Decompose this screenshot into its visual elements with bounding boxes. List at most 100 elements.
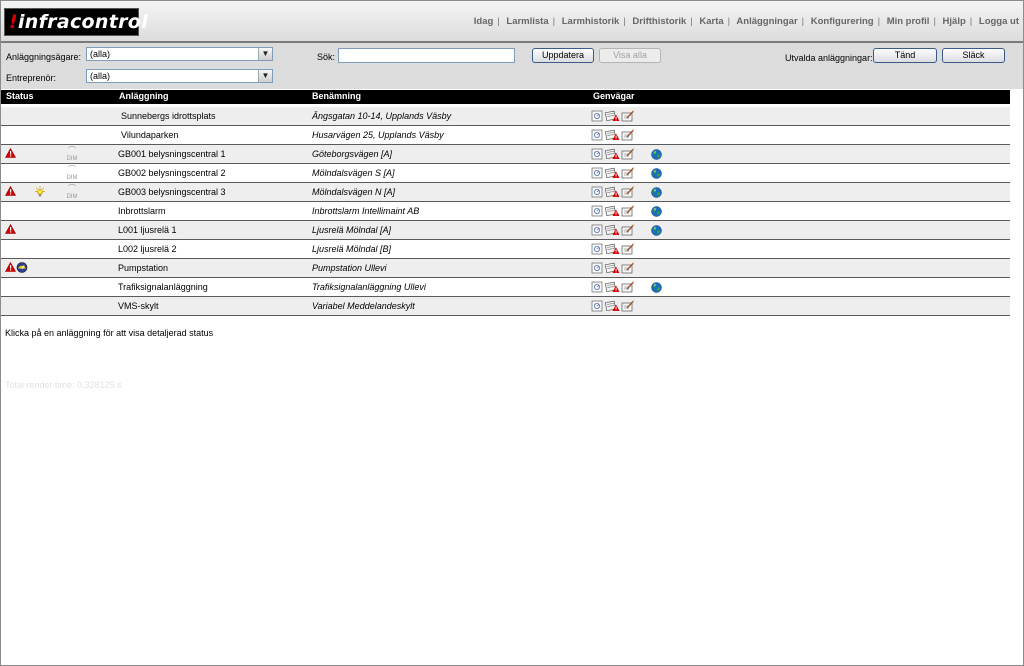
status-report-icon[interactable]: [591, 281, 604, 293]
selected-facilities-label: Utvalda anläggningar:: [785, 53, 873, 63]
edit-icon[interactable]: [621, 243, 635, 255]
header-facility[interactable]: Anläggning: [119, 91, 169, 101]
alarm-list-icon[interactable]: [604, 186, 620, 198]
nav-drifthistorik[interactable]: Drifthistorik: [632, 16, 686, 27]
nav-hjalp[interactable]: Hjälp: [943, 16, 966, 27]
status-report-icon[interactable]: [591, 224, 604, 236]
table-row[interactable]: ⌒ DIM GB003 belysningscentral 3 Mölndalsväg…: [1, 183, 1010, 202]
map-globe-icon[interactable]: [651, 225, 664, 237]
nav-min-profil[interactable]: Min profil: [887, 16, 930, 27]
facility-name[interactable]: GB001 belysningscentral 1: [118, 149, 226, 159]
owner-label: Anläggningsägare:: [6, 52, 82, 62]
facility-name[interactable]: L002 ljusrelä 2: [118, 244, 177, 254]
chevron-down-icon[interactable]: ▼: [258, 70, 272, 82]
nav-larmhistorik[interactable]: Larmhistorik: [562, 16, 620, 27]
facility-name[interactable]: VMS-skylt: [118, 301, 159, 311]
contractor-label: Entreprenör:: [6, 73, 57, 83]
facility-name[interactable]: L001 ljusrelä 1: [118, 225, 177, 235]
table-row[interactable]: L001 ljusrelä 1 Ljusrelä Mölndal [A]: [1, 221, 1010, 240]
alarm-list-icon[interactable]: [604, 205, 620, 217]
turn-off-button[interactable]: Släck: [942, 48, 1005, 63]
status-report-icon[interactable]: [591, 186, 604, 198]
alarm-list-icon[interactable]: [604, 262, 620, 274]
nav-separator: |: [690, 16, 693, 27]
render-time-text: Total render time: 0.328125 s: [5, 380, 122, 390]
alarm-list-icon[interactable]: [604, 167, 620, 179]
map-globe-icon[interactable]: [651, 168, 664, 180]
turn-on-button[interactable]: Tänd: [873, 48, 937, 63]
facility-name[interactable]: Sunnebergs idrottsplats: [121, 111, 216, 121]
nav-larmlista[interactable]: Larmlista: [506, 16, 548, 27]
nav-anlaggningar[interactable]: Anläggningar: [736, 16, 797, 27]
nav-idag[interactable]: Idag: [474, 16, 494, 27]
status-report-icon[interactable]: [591, 300, 604, 312]
alarm-list-icon[interactable]: [604, 243, 620, 255]
edit-icon[interactable]: [621, 281, 635, 293]
alarm-list-icon[interactable]: [604, 300, 620, 312]
edit-icon[interactable]: [621, 262, 635, 274]
facility-name[interactable]: Inbrottslarm: [118, 206, 166, 216]
owner-select[interactable]: (alla) ▼: [86, 47, 273, 61]
edit-icon[interactable]: [621, 300, 635, 312]
dim-label: DIM: [66, 156, 78, 162]
table-row[interactable]: Trafiksignalanläggning Trafiksignalanlägg…: [1, 278, 1010, 297]
table-row[interactable]: Vilundaparken Husarvägen 25, Upplands Väs…: [1, 126, 1010, 145]
edit-icon[interactable]: [621, 129, 635, 141]
update-button[interactable]: Uppdatera: [532, 48, 594, 63]
alarm-list-icon[interactable]: [604, 110, 620, 122]
edit-icon[interactable]: [621, 186, 635, 198]
nav-karta[interactable]: Karta: [699, 16, 723, 27]
status-report-icon[interactable]: [591, 167, 604, 179]
edit-icon[interactable]: [621, 110, 635, 122]
status-report-icon[interactable]: [591, 243, 604, 255]
facility-name[interactable]: Vilundaparken: [121, 130, 178, 140]
table-row[interactable]: Pumpstation Pumpstation Ullevi: [1, 259, 1010, 278]
map-globe-icon[interactable]: [651, 206, 664, 218]
status-report-icon[interactable]: [591, 148, 604, 160]
table-row[interactable]: Inbrottslarm Inbrottslarm Intellimaint AB: [1, 202, 1010, 221]
edit-icon[interactable]: [621, 205, 635, 217]
edit-icon[interactable]: [621, 224, 635, 236]
facility-description: Pumpstation Ullevi: [312, 263, 387, 273]
facility-name[interactable]: GB003 belysningscentral 3: [118, 187, 226, 197]
facility-description: Ljusrelä Mölndal [B]: [312, 244, 392, 254]
status-report-icon[interactable]: [591, 262, 604, 274]
nav-konfigurering[interactable]: Konfigurering: [811, 16, 874, 27]
facility-description: Mölndalsvägen S [A]: [312, 168, 395, 178]
facility-description: Ljusrelä Mölndal [A]: [312, 225, 392, 235]
edit-icon[interactable]: [621, 148, 635, 160]
edit-icon[interactable]: [621, 167, 635, 179]
facility-description: Variabel Meddelandeskylt: [312, 301, 415, 311]
show-all-button[interactable]: Visa alla: [599, 48, 661, 63]
alarm-list-icon[interactable]: [604, 224, 620, 236]
nav-separator: |: [933, 16, 936, 27]
facility-name[interactable]: GB002 belysningscentral 2: [118, 168, 226, 178]
contractor-select[interactable]: (alla) ▼: [86, 69, 273, 83]
table-row[interactable]: VMS-skylt Variabel Meddelandeskylt: [1, 297, 1010, 316]
map-globe-icon[interactable]: [651, 149, 664, 161]
status-report-icon[interactable]: [591, 110, 604, 122]
table-row[interactable]: Sunnebergs idrottsplats Ängsgatan 10-14, …: [1, 107, 1010, 126]
map-globe-icon[interactable]: [651, 282, 664, 294]
facility-name[interactable]: Trafiksignalanläggning: [118, 282, 208, 292]
chevron-down-icon[interactable]: ▼: [258, 48, 272, 60]
table-row[interactable]: ⌒ DIM GB001 belysningscentral 1 Göteborgsvä…: [1, 145, 1010, 164]
nav-separator: |: [801, 16, 805, 27]
search-input[interactable]: [338, 48, 515, 63]
facility-description: Inbrottslarm Intellimaint AB: [312, 206, 420, 216]
nav-separator: |: [727, 16, 731, 27]
alarm-warning-icon: [4, 261, 17, 274]
nav-logga-ut[interactable]: Logga ut: [979, 16, 1019, 27]
alarm-list-icon[interactable]: [604, 281, 620, 293]
facility-name[interactable]: Pumpstation: [118, 263, 168, 273]
table-row[interactable]: L002 ljusrelä 2 Ljusrelä Mölndal [B]: [1, 240, 1010, 259]
alarm-list-icon[interactable]: [604, 148, 620, 160]
header-name[interactable]: Benämning: [312, 91, 361, 101]
status-report-icon[interactable]: [591, 205, 604, 217]
map-globe-icon[interactable]: [651, 187, 664, 199]
status-report-icon[interactable]: [591, 129, 604, 141]
alarm-list-icon[interactable]: [604, 129, 620, 141]
infracontrol-logo[interactable]: !infracontrol: [4, 8, 148, 36]
table-row[interactable]: ⌒ DIM GB002 belysningscentral 2 Mölndalsväg…: [1, 164, 1010, 183]
header-status[interactable]: Status: [6, 91, 34, 101]
